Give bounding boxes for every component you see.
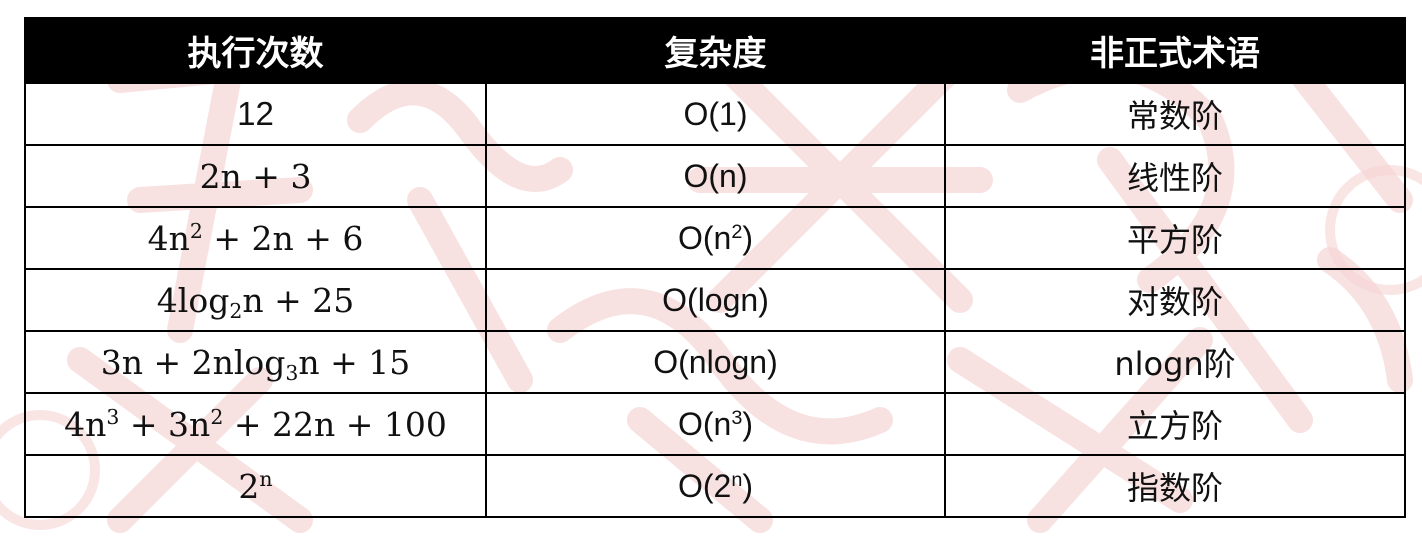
execution-count-cell: 4n2 + 2n + 6 — [24, 206, 487, 270]
informal-term-cell: 平方阶 — [944, 206, 1406, 270]
table-row: 4n2 + 2n + 6 O(n2) 平方阶 — [24, 206, 1406, 270]
complexity-cell: O(nlogn) — [485, 330, 946, 394]
informal-term-cell: 常数阶 — [944, 82, 1406, 146]
table-row: 4log2n + 25 O(logn) 对数阶 — [24, 268, 1406, 332]
header-informal-term: 非正式术语 — [944, 17, 1406, 84]
complexity-cell: O(logn) — [485, 268, 946, 332]
header-execution-count: 执行次数 — [24, 17, 487, 84]
informal-term-cell: 指数阶 — [944, 454, 1406, 518]
complexity-table: 执行次数 复杂度 非正式术语 12 O(1) 常数阶 2n + 3 O(n) 线… — [24, 17, 1406, 518]
table-row: 2n + 3 O(n) 线性阶 — [24, 144, 1406, 208]
execution-count-cell: 3n + 2nlog3n + 15 — [24, 330, 487, 394]
complexity-cell: O(n) — [485, 144, 946, 208]
table-row: 12 O(1) 常数阶 — [24, 82, 1406, 146]
execution-count-cell: 2n — [24, 454, 487, 518]
complexity-cell: O(2n) — [485, 454, 946, 518]
informal-term-cell: 对数阶 — [944, 268, 1406, 332]
complexity-cell: O(n3) — [485, 392, 946, 456]
table-row: 3n + 2nlog3n + 15 O(nlogn) nlogn阶 — [24, 330, 1406, 394]
complexity-cell: O(n2) — [485, 206, 946, 270]
execution-count-cell: 4log2n + 25 — [24, 268, 487, 332]
informal-term-cell: nlogn阶 — [944, 330, 1406, 394]
informal-term-cell: 线性阶 — [944, 144, 1406, 208]
execution-count-cell: 2n + 3 — [24, 144, 487, 208]
execution-count-cell: 12 — [24, 82, 487, 146]
complexity-cell: O(1) — [485, 82, 946, 146]
header-complexity: 复杂度 — [485, 17, 946, 84]
informal-term-cell: 立方阶 — [944, 392, 1406, 456]
document-page: 执行次数 复杂度 非正式术语 12 O(1) 常数阶 2n + 3 O(n) 线… — [0, 0, 1422, 536]
table-header-row: 执行次数 复杂度 非正式术语 — [24, 17, 1406, 84]
execution-count-cell: 4n3 + 3n2 + 22n + 100 — [24, 392, 487, 456]
table-row: 4n3 + 3n2 + 22n + 100 O(n3) 立方阶 — [24, 392, 1406, 456]
table-row: 2n O(2n) 指数阶 — [24, 454, 1406, 518]
